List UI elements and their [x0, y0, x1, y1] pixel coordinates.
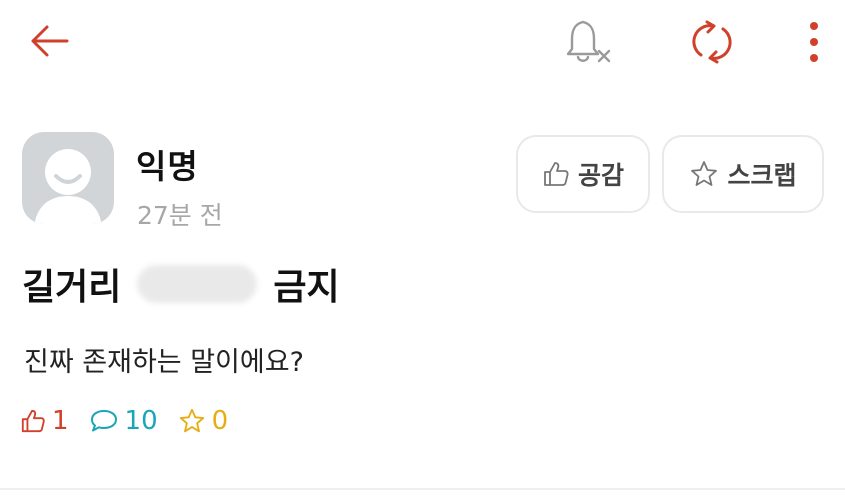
blurred-word — [137, 265, 258, 303]
notification-off-button[interactable] — [560, 16, 616, 68]
scrap-count-stat: 0 — [178, 406, 229, 436]
empathy-label: 공감 — [577, 161, 624, 190]
like-count: 1 — [52, 406, 69, 436]
post-title-end: 금지 — [273, 267, 340, 308]
star-icon — [691, 161, 718, 186]
post-time: 27분 전 — [137, 201, 223, 230]
comment-count: 10 — [124, 406, 158, 436]
back-button[interactable] — [24, 18, 74, 64]
post-stats: 1 10 0 — [20, 406, 228, 436]
bottom-divider — [0, 488, 845, 490]
bell-off-icon — [566, 20, 611, 63]
thumbs-up-icon — [544, 162, 569, 186]
comment-icon — [90, 410, 117, 432]
scrap-button[interactable]: 스크랩 — [662, 135, 824, 213]
refresh-button[interactable] — [682, 16, 742, 68]
empathy-button[interactable]: 공감 — [516, 135, 650, 213]
scrap-label: 스크랩 — [727, 161, 797, 190]
more-menu-button[interactable] — [796, 14, 832, 70]
post-body: 진짜 존재하는 말이에요? — [24, 347, 304, 378]
arrow-left-icon — [31, 25, 69, 57]
post-title: 길거리 금지 — [22, 258, 340, 310]
comment-count-stat: 10 — [89, 406, 158, 436]
author-avatar — [22, 132, 114, 224]
thumbs-up-icon — [21, 409, 45, 433]
more-vertical-icon — [810, 22, 818, 62]
default-avatar-icon — [34, 149, 102, 224]
like-count-stat: 1 — [20, 406, 69, 436]
star-icon — [179, 408, 204, 433]
scrap-count: 0 — [211, 406, 229, 436]
author-name: 익명 — [136, 147, 199, 186]
refresh-icon — [692, 20, 732, 64]
post-title-start: 길거리 — [22, 267, 122, 308]
